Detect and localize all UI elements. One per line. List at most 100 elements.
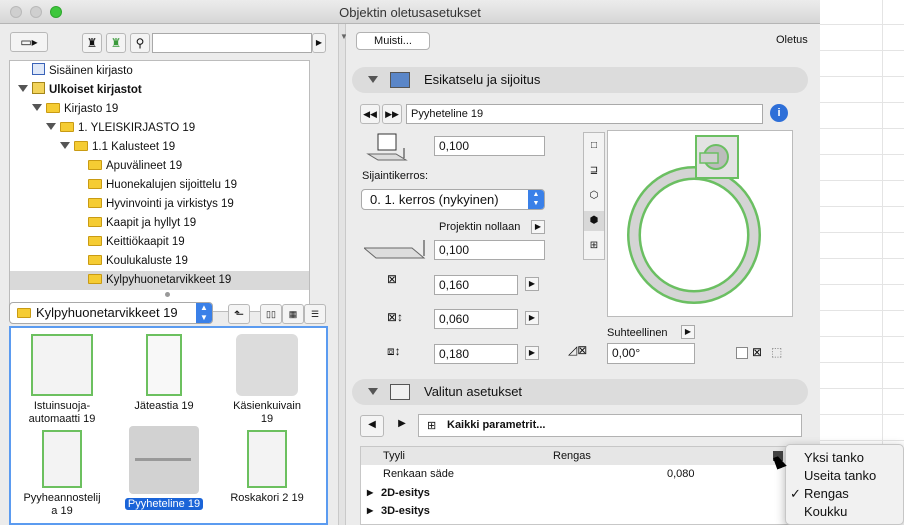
tree-item-folder[interactable]: 1. YLEISKIRJASTO 19 bbox=[46, 119, 195, 138]
object-thumbnail bbox=[42, 430, 82, 488]
disclosure-triangle-icon[interactable] bbox=[18, 85, 28, 92]
favorites-button[interactable]: Muisti... bbox=[356, 32, 430, 50]
object-filter-icon[interactable]: ♜ bbox=[82, 33, 102, 53]
up-folder-button[interactable]: ⬑ bbox=[228, 304, 250, 324]
storey-select-value: 0. 1. kerros (nykyinen) bbox=[370, 192, 499, 207]
small-icons-view-button[interactable]: ▦ bbox=[282, 304, 304, 324]
window-title: Objektin oletusasetukset bbox=[339, 5, 481, 20]
chevron-updown-icon[interactable]: ▲ ▼ bbox=[196, 303, 212, 323]
object-item[interactable]: Käsienkuivain 19 bbox=[217, 334, 317, 426]
depth-field[interactable]: 0,060 bbox=[434, 309, 518, 329]
disclosure-triangle-icon[interactable] bbox=[60, 142, 70, 149]
object-label: Jäteastia 19 bbox=[134, 400, 194, 412]
storey-select[interactable]: 0. 1. kerros (nykyinen) ▲ ▼ bbox=[361, 189, 545, 210]
menu-item-single-bar[interactable]: Yksi tanko bbox=[786, 449, 904, 467]
folder-icon bbox=[88, 236, 102, 246]
previous-object-button[interactable]: ◀◀ bbox=[360, 104, 380, 124]
disclosure-triangle-icon[interactable] bbox=[368, 388, 378, 395]
forward-button[interactable]: ▶ bbox=[390, 415, 414, 437]
disclosure-triangle-icon[interactable]: ▶ bbox=[367, 502, 373, 520]
object-item[interactable]: Istuinsuoja- automaatti 19 bbox=[12, 334, 112, 426]
tree-item-label: Koulukaluste 19 bbox=[106, 255, 188, 267]
section-title: Valitun asetukset bbox=[424, 384, 523, 399]
folder-icon bbox=[88, 274, 102, 284]
menu-item-ring[interactable]: ✓ Rengas bbox=[786, 485, 904, 503]
object-label: Roskakori 2 19 bbox=[230, 492, 304, 504]
large-icons-view-button[interactable]: ▯▯ bbox=[260, 304, 282, 324]
list-view-button[interactable]: ☰ bbox=[304, 304, 326, 324]
tree-item-folder[interactable]: Keittiökaapit 19 bbox=[88, 233, 185, 252]
param-value: Rengas bbox=[553, 450, 591, 462]
width-arrow-button[interactable]: ▶ bbox=[525, 277, 539, 291]
elevation-field[interactable]: 0,100 bbox=[434, 136, 545, 156]
object-item[interactable]: Roskakori 2 19 bbox=[217, 430, 317, 505]
object-item[interactable]: Pyyheannostelij a 19 bbox=[12, 430, 112, 518]
table-row-style[interactable]: Tyyli Rengas bbox=[361, 447, 799, 465]
tree-item-external-libraries[interactable]: Ulkoiset kirjastot bbox=[18, 81, 142, 100]
object-item-selected[interactable]: Pyyheteline 19 bbox=[114, 426, 214, 511]
tree-item-folder[interactable]: Huonekalujen sijoittelu 19 bbox=[88, 176, 237, 195]
folder-icon bbox=[74, 141, 88, 151]
search-input[interactable] bbox=[152, 33, 312, 53]
folder-icon bbox=[60, 122, 74, 132]
tree-item-folder-selected[interactable]: Kylpyhuonetarvikkeet 19 bbox=[10, 271, 309, 290]
section-selected-settings[interactable]: Valitun asetukset bbox=[352, 379, 808, 405]
folder-icon bbox=[88, 198, 102, 208]
menu-item-hook[interactable]: Koukku bbox=[786, 503, 904, 521]
window-titlebar: Objektin oletusasetukset bbox=[0, 0, 820, 24]
back-button[interactable]: ◀ bbox=[360, 415, 384, 437]
axonometry-view-icon[interactable]: ⬡ bbox=[584, 186, 604, 206]
tree-item-folder[interactable]: Kaapit ja hyllyt 19 bbox=[88, 214, 196, 233]
disclosure-triangle-icon[interactable] bbox=[368, 76, 378, 83]
parameter-table: Tyyli Rengas Renkaan säde 0,080 ▶ 2D-esi… bbox=[360, 446, 800, 525]
search-arrow-button[interactable]: ▶ bbox=[312, 33, 326, 53]
elevation-view-icon[interactable]: ⊞ bbox=[584, 236, 604, 256]
relative-arrow-button[interactable]: ▶ bbox=[681, 325, 695, 339]
tree-item-label: Hyvinvointi ja virkistys 19 bbox=[106, 198, 234, 210]
disclosure-triangle-icon[interactable]: ▶ bbox=[367, 484, 373, 502]
next-object-button[interactable]: ▶▶ bbox=[382, 104, 402, 124]
mirror-dotted-icon: ⬚ bbox=[771, 345, 783, 359]
object-preview bbox=[607, 130, 793, 317]
tree-item-label: Ulkoiset kirjastot bbox=[49, 84, 142, 96]
depth-dimension-icon: ⊠↕ bbox=[387, 310, 404, 324]
search-icon[interactable]: ⚲ bbox=[130, 33, 150, 53]
object-label: Käsienkuivain 19 bbox=[233, 400, 301, 425]
disclosure-triangle-icon[interactable] bbox=[32, 104, 42, 111]
all-parameters-button[interactable]: ⊞ Kaikki parametrit... bbox=[418, 414, 802, 437]
tree-item-folder[interactable]: 1.1 Kalusteet 19 bbox=[60, 138, 175, 157]
mirror-icon: ⊠ bbox=[752, 345, 763, 359]
folder-select[interactable]: Kylpyhuonetarvikkeet 19 ▲ ▼ bbox=[9, 302, 213, 324]
2d-view-icon[interactable]: □ bbox=[584, 136, 604, 156]
placed-filter-icon[interactable]: ♜ bbox=[106, 33, 126, 53]
view-mode-button[interactable]: ▭▸ bbox=[10, 32, 48, 52]
object-name-field[interactable]: Pyyheteline 19 bbox=[406, 104, 763, 124]
tree-item-internal-library[interactable]: Sisäinen kirjasto bbox=[32, 62, 133, 81]
tree-item-folder[interactable]: Apuvälineet 19 bbox=[88, 157, 182, 176]
tree-item-folder[interactable]: Hyvinvointi ja virkistys 19 bbox=[88, 195, 234, 214]
disclosure-triangle-icon[interactable] bbox=[46, 123, 56, 130]
section-preview-positioning[interactable]: Esikatselu ja sijoitus bbox=[352, 67, 808, 93]
3d-view-icon[interactable]: ⬢ bbox=[584, 211, 604, 231]
tree-item-folder[interactable]: Koulukaluste 19 bbox=[88, 252, 188, 271]
rotation-angle-icon: ◿⊠ bbox=[568, 343, 588, 357]
tree-item-folder[interactable]: Kirjasto 19 bbox=[32, 100, 118, 119]
menu-item-multiple-bars[interactable]: Useita tanko bbox=[786, 467, 904, 485]
info-icon[interactable]: i bbox=[770, 104, 788, 122]
angle-field[interactable]: 0,00° bbox=[607, 343, 695, 364]
style-popup-menu: Yksi tanko Useita tanko ✓ Rengas Koukku bbox=[785, 444, 904, 525]
project-zero-field[interactable]: 0,100 bbox=[434, 240, 545, 260]
height-field[interactable]: 0,180 bbox=[434, 344, 518, 364]
object-item[interactable]: Jäteastia 19 bbox=[114, 334, 214, 413]
chevron-updown-icon[interactable]: ▲ ▼ bbox=[528, 190, 544, 209]
mirror-checkbox[interactable] bbox=[736, 347, 748, 359]
project-zero-arrow-button[interactable]: ▶ bbox=[531, 220, 545, 234]
depth-arrow-button[interactable]: ▶ bbox=[525, 311, 539, 325]
splitter-handle[interactable] bbox=[165, 292, 170, 297]
pane-splitter[interactable]: ▼ bbox=[338, 24, 348, 525]
height-arrow-button[interactable]: ▶ bbox=[525, 346, 539, 360]
tree-item-label: 1. YLEISKIRJASTO 19 bbox=[78, 122, 196, 134]
library-icon bbox=[32, 63, 45, 75]
width-field[interactable]: 0,160 bbox=[434, 275, 518, 295]
section-view-icon[interactable]: ⊒ bbox=[584, 161, 604, 181]
